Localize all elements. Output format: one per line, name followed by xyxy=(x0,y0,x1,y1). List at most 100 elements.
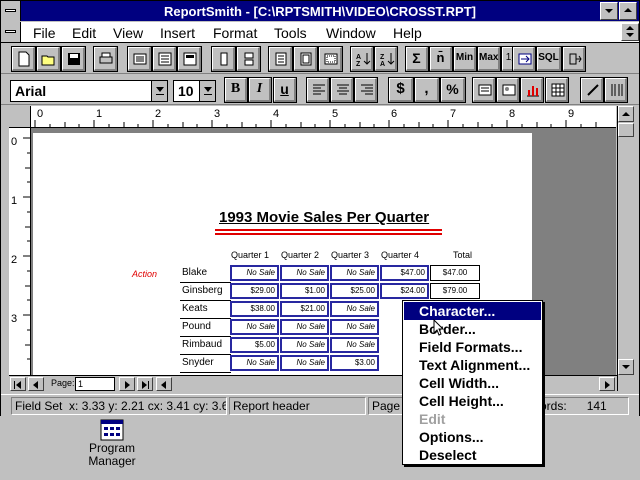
row-label[interactable]: Blake xyxy=(182,267,207,278)
crosstab-cell[interactable]: $1.00 xyxy=(280,283,329,299)
percent-button[interactable]: % xyxy=(440,77,466,103)
align-center-button[interactable] xyxy=(330,77,354,103)
crosstab-cell[interactable]: No Sale xyxy=(280,355,329,371)
first-page-button[interactable] xyxy=(10,377,26,391)
size-dropdown-arrow[interactable] xyxy=(199,81,215,101)
align-right-button[interactable] xyxy=(354,77,378,103)
crosstab-cell[interactable]: $5.00 xyxy=(230,337,279,353)
column-header[interactable]: Quarter 2 xyxy=(281,250,319,260)
minimize-button[interactable] xyxy=(600,2,618,20)
context-menu-item[interactable]: Options... xyxy=(404,428,541,446)
scroll-thumb[interactable] xyxy=(618,123,634,137)
menu-view[interactable]: View xyxy=(113,25,143,41)
derived-field-button[interactable] xyxy=(512,46,536,72)
context-menu-item[interactable]: Field Formats... xyxy=(404,338,541,356)
program-manager-icon[interactable]: Program Manager xyxy=(88,416,136,468)
menu-help[interactable]: Help xyxy=(393,25,422,41)
crosstab-cell[interactable]: $29.00 xyxy=(230,283,279,299)
columnar-button[interactable] xyxy=(211,46,236,72)
new-button[interactable] xyxy=(11,46,36,72)
font-size-combo[interactable]: 10 xyxy=(173,80,216,102)
column-header[interactable]: Total xyxy=(453,250,472,260)
text-box-button[interactable] xyxy=(472,77,496,103)
menu-edit[interactable]: Edit xyxy=(72,25,96,41)
open-button[interactable] xyxy=(36,46,61,72)
crosstab-cell[interactable]: $38.00 xyxy=(230,301,279,317)
crosstab-cell[interactable]: No Sale xyxy=(280,265,329,281)
list-view-button[interactable] xyxy=(152,46,177,72)
menu-insert[interactable]: Insert xyxy=(160,25,195,41)
row-label[interactable]: Ginsberg xyxy=(182,285,223,296)
crosstab-cell[interactable]: No Sale xyxy=(330,301,379,317)
underline-button[interactable]: u xyxy=(273,77,297,103)
crosstab-cell[interactable]: $3.00 xyxy=(330,355,379,371)
crosstab-cell[interactable]: No Sale xyxy=(230,265,279,281)
group-label-action[interactable]: Action xyxy=(132,269,157,279)
total-cell[interactable]: $79.00 xyxy=(430,283,480,299)
column-header[interactable]: Quarter 1 xyxy=(231,250,269,260)
title-bar[interactable]: ReportSmith - [C:\RPTSMITH\VIDEO\CROSST.… xyxy=(1,1,639,21)
vertical-scrollbar[interactable] xyxy=(617,106,634,391)
context-menu-item[interactable]: Cell Height... xyxy=(404,392,541,410)
detail-view-button[interactable] xyxy=(177,46,202,72)
crosstab-cell[interactable]: $21.00 xyxy=(280,301,329,317)
crosstab-cell[interactable]: No Sale xyxy=(330,265,379,281)
maximize-button[interactable] xyxy=(619,2,637,20)
crosstab-cell[interactable]: No Sale xyxy=(280,337,329,353)
calculator-button[interactable] xyxy=(268,46,293,72)
count-button[interactable]: n̄ xyxy=(429,46,453,72)
italic-button[interactable]: I xyxy=(248,77,272,103)
crosstab-cell[interactable]: No Sale xyxy=(330,337,379,353)
row-label[interactable]: Rimbaud xyxy=(182,339,222,350)
row-label[interactable]: Snyder xyxy=(182,357,214,368)
horizontal-ruler[interactable]: 0 1 2 3 4 5 6 7 8 9 xyxy=(31,106,616,128)
group-button[interactable] xyxy=(236,46,261,72)
crosstab-cell[interactable]: No Sale xyxy=(280,319,329,335)
currency-button[interactable]: $ xyxy=(388,77,414,103)
total-cell[interactable]: $47.00 xyxy=(430,265,480,281)
context-menu-item[interactable]: Cell Width... xyxy=(404,374,541,392)
next-page-button[interactable] xyxy=(119,377,135,391)
crosstab-cell[interactable]: No Sale xyxy=(230,319,279,335)
sum-button[interactable]: Σ xyxy=(405,46,429,72)
print-button[interactable] xyxy=(93,46,118,72)
column-header[interactable]: Quarter 4 xyxy=(381,250,419,260)
context-menu-item[interactable]: Character... xyxy=(404,302,541,320)
format-painter-button[interactable] xyxy=(580,77,604,103)
crosstab-button[interactable] xyxy=(545,77,569,103)
row-label[interactable]: Keats xyxy=(182,303,208,314)
vertical-ruler[interactable]: 0 1 2 3 xyxy=(9,128,31,375)
scroll-up-button[interactable] xyxy=(618,106,634,122)
min-button[interactable]: Min xyxy=(453,46,477,72)
page-number-field[interactable]: 1 xyxy=(75,377,115,391)
crosstab-cell[interactable]: No Sale xyxy=(330,319,379,335)
document-system-menu[interactable] xyxy=(1,22,21,42)
menu-format[interactable]: Format xyxy=(213,25,257,41)
report-title[interactable]: 1993 Movie Sales Per Quarter xyxy=(219,209,429,226)
sort-ascending-button[interactable]: AZ xyxy=(350,46,374,72)
align-left-button[interactable] xyxy=(306,77,330,103)
crosstab-cell[interactable]: $47.00 xyxy=(380,265,429,281)
picture-button[interactable] xyxy=(496,77,520,103)
crosstab-cell[interactable]: $24.00 xyxy=(380,283,429,299)
save-button[interactable] xyxy=(61,46,86,72)
scroll-right-button[interactable] xyxy=(599,377,615,391)
sql-button[interactable]: SQL xyxy=(536,46,562,72)
table-button[interactable] xyxy=(293,46,318,72)
context-menu-item[interactable]: Text Alignment... xyxy=(404,356,541,374)
sort-descending-button[interactable]: ZA xyxy=(374,46,398,72)
crosstab-cell[interactable]: No Sale xyxy=(230,355,279,371)
selection-mode-button[interactable] xyxy=(318,46,343,72)
previous-page-button[interactable] xyxy=(28,377,44,391)
column-header[interactable]: Quarter 3 xyxy=(331,250,369,260)
scroll-down-button[interactable] xyxy=(618,359,634,375)
chart-button[interactable] xyxy=(520,77,544,103)
menu-file[interactable]: File xyxy=(33,25,56,41)
bold-button[interactable]: B xyxy=(224,77,248,103)
crosstab-cell[interactable]: $25.00 xyxy=(330,283,379,299)
context-menu-item[interactable]: Border... xyxy=(404,320,541,338)
context-menu-item[interactable]: Deselect xyxy=(404,446,541,464)
scroll-left-button[interactable] xyxy=(156,377,172,391)
menu-window[interactable]: Window xyxy=(326,25,376,41)
font-dropdown-arrow[interactable] xyxy=(151,81,167,101)
